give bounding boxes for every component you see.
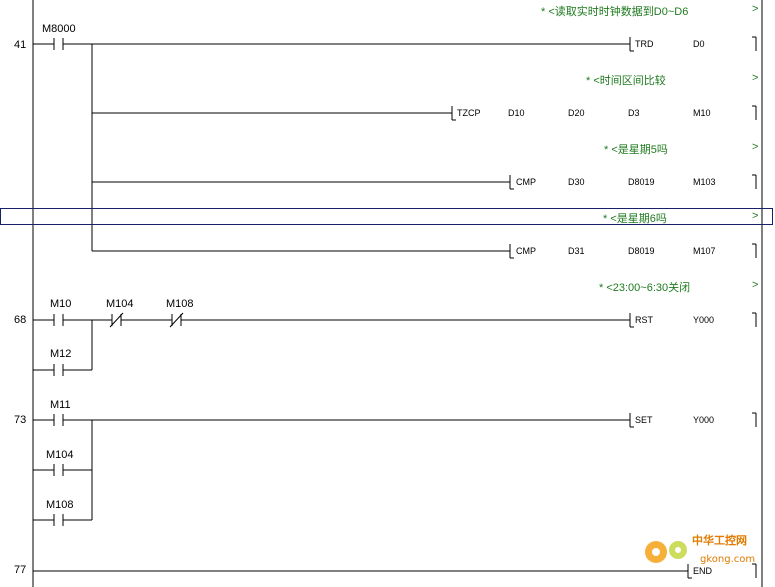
contact-m8000[interactable]: M8000 xyxy=(42,23,76,35)
contact-m104-nc[interactable]: M104 xyxy=(106,298,134,310)
instr-set-arg: Y000 xyxy=(693,415,715,425)
step-number: 77 xyxy=(14,564,27,576)
instr-tzcp-arg: M10 xyxy=(693,108,711,118)
gkong-watermark-logo: 中华工控网 gkong.com xyxy=(640,520,775,580)
instr-tzcp-arg: D10 xyxy=(508,108,525,118)
svg-text:gkong.com: gkong.com xyxy=(700,554,755,565)
comment-cmp-friday[interactable]: * <是星期5吗 xyxy=(604,141,668,157)
svg-text:中华工控网: 中华工控网 xyxy=(692,533,747,547)
instr-cmp-arg: M103 xyxy=(693,177,716,187)
instr-trd-arg: D0 xyxy=(693,39,705,49)
comment-end-mark: > xyxy=(752,72,759,84)
instr-cmp-op[interactable]: CMP xyxy=(516,246,536,256)
contact-m11[interactable]: M11 xyxy=(50,399,71,411)
comment-end-mark: > xyxy=(752,3,759,15)
instr-rst-op[interactable]: RST xyxy=(635,315,653,325)
comment-end-mark: > xyxy=(752,279,759,291)
instr-tzcp-op[interactable]: TZCP xyxy=(457,108,481,118)
comment-trd[interactable]: * <读取实时时钟数据到D0~D6 xyxy=(541,3,688,19)
instr-cmp-arg: D8019 xyxy=(628,177,655,187)
step-number: 41 xyxy=(14,39,27,51)
comment-tzcp[interactable]: * <时间区间比较 xyxy=(586,72,666,88)
contact-m104[interactable]: M104 xyxy=(46,449,74,461)
instr-trd-op[interactable]: TRD xyxy=(635,39,654,49)
step-number: 68 xyxy=(14,314,27,326)
instr-cmp-arg: D8019 xyxy=(628,246,655,256)
comment-end-mark: > xyxy=(752,141,759,153)
instr-cmp-arg: D31 xyxy=(568,246,585,256)
contact-m12[interactable]: M12 xyxy=(50,348,71,360)
instr-tzcp-arg: D20 xyxy=(568,108,585,118)
instr-tzcp-arg: D3 xyxy=(628,108,640,118)
instr-rst-arg: Y000 xyxy=(693,315,715,325)
contact-m108-nc[interactable]: M108 xyxy=(166,298,194,310)
step-number: 73 xyxy=(14,414,27,426)
contact-m108[interactable]: M108 xyxy=(46,499,74,511)
instr-cmp-arg: D30 xyxy=(568,177,585,187)
instr-cmp-op[interactable]: CMP xyxy=(516,177,536,187)
instr-set-op[interactable]: SET xyxy=(635,415,653,425)
instr-cmp-arg: M107 xyxy=(693,246,716,256)
contact-m10[interactable]: M10 xyxy=(50,298,71,310)
comment-cmp-saturday[interactable]: * <是星期6吗 xyxy=(603,210,667,226)
comment-end-mark: > xyxy=(752,210,759,222)
comment-off-period[interactable]: * <23:00~6:30关闭 xyxy=(599,279,690,295)
